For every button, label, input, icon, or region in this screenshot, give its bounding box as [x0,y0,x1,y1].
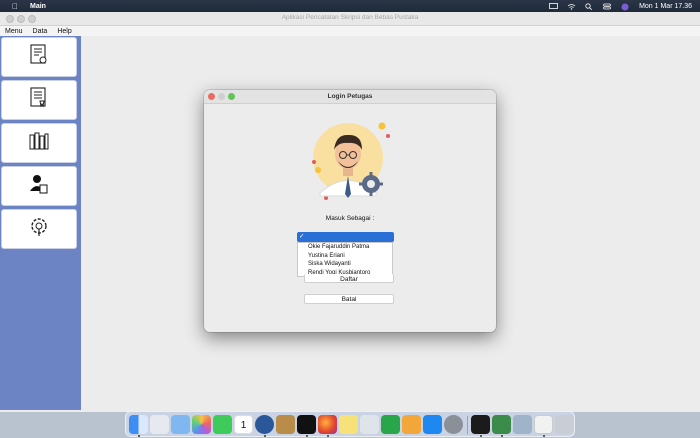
screenshot-icon[interactable] [513,415,532,434]
calendar-icon[interactable]: 1 [234,415,253,434]
launchpad-icon[interactable] [150,415,169,434]
menu-data[interactable]: Data [28,28,53,35]
sidebar-button-bebas-pustaka[interactable] [1,80,77,120]
stickies-icon[interactable] [339,415,358,434]
search-icon[interactable] [585,2,593,10]
running-indicator [501,435,503,437]
officer-dropdown-list: Okie Fajaruddin Patma Yustina Eriani Sis… [297,242,393,277]
officer-avatar-illustration [308,118,392,202]
sidebar-button-library[interactable] [1,123,77,163]
dock-separator [467,416,468,434]
photos-icon[interactable] [192,415,211,434]
firefox-icon[interactable] [318,415,337,434]
trash-icon[interactable] [555,415,574,434]
running-indicator [480,435,482,437]
document-icon [29,86,49,114]
finder-icon[interactable] [129,415,148,434]
sidebar-button-users[interactable] [1,166,77,206]
screen-icon[interactable] [549,2,558,10]
mac-menubar:  Main Mon 1 Mar 17.36 [0,0,700,12]
notes-icon[interactable] [276,415,295,434]
system-preferences-icon[interactable] [444,415,463,434]
macos-dock: 1 [125,411,575,437]
app-menu-bar: Menu Data Help [0,26,700,36]
menu-menu[interactable]: Menu [0,28,28,35]
wifi-icon[interactable] [567,3,576,10]
running-indicator [543,435,545,437]
officer-option[interactable]: Okie Fajaruddin Patma [298,243,392,252]
login-dialog: Login Petugas Masuk Sebagai: ✓ Okie Faj… [204,90,496,332]
menu-help[interactable]: Help [52,28,76,35]
sidebar-button-skripsi[interactable] [1,37,77,77]
facetime-icon[interactable] [213,415,232,434]
pages-icon[interactable] [402,415,421,434]
terminal-icon[interactable] [471,415,490,434]
java-icon[interactable] [534,415,553,434]
sidebar [0,36,81,410]
menubar-clock[interactable]: Mon 1 Mar 17.36 [639,3,692,10]
sidebar-button-settings[interactable] [1,209,77,249]
netbeans-icon[interactable] [492,415,511,434]
login-as-label: Masuk Sebagai : [325,215,375,222]
numbers-icon[interactable] [381,415,400,434]
certificate-icon [29,43,49,71]
settings-icon [29,216,49,243]
cancel-button[interactable]: Batal [304,294,394,304]
word-icon[interactable] [255,415,274,434]
app-name-menu[interactable]: Main [30,3,46,10]
menubar-status-area: Mon 1 Mar 17.36 [549,0,692,12]
checkmark-icon: ✓ [299,233,305,240]
running-indicator [327,435,329,437]
running-indicator [138,435,140,437]
intellij-icon[interactable] [297,415,316,434]
running-indicator [264,435,266,437]
dialog-title: Login Petugas [327,93,373,100]
dialog-titlebar: Login Petugas [204,90,496,104]
officer-combobox-selected[interactable]: ✓ [297,232,394,242]
preview-icon[interactable] [171,415,190,434]
utility-icon[interactable] [360,415,379,434]
siri-icon[interactable] [621,3,629,10]
window-titlebar: Aplikasi Pencatatan Skripsi dan Bebas Pu… [0,12,700,26]
daftar-button[interactable]: Daftar [304,274,394,283]
control-center-icon[interactable] [603,3,611,10]
appstore-icon[interactable] [423,415,442,434]
library-icon [28,131,50,156]
officer-option[interactable]: Siska Widayanti [298,260,392,269]
officer-option[interactable]: Yustina Eriani [298,252,392,261]
user-copy-icon [29,173,49,200]
window-title: Aplikasi Pencatatan Skripsi dan Bebas Pu… [281,14,419,21]
running-indicator [306,435,308,437]
apple-icon[interactable]:  [12,2,18,11]
